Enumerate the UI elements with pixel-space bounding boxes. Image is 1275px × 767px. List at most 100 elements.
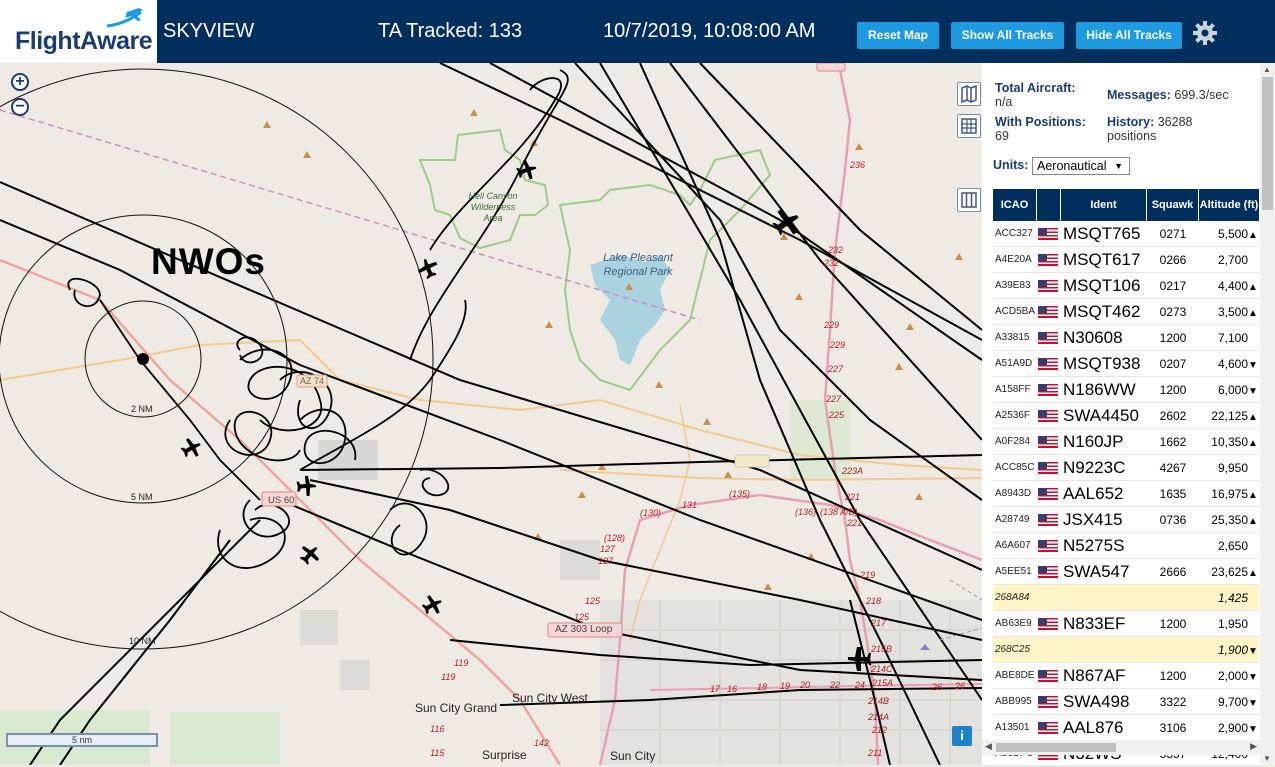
city-surprise: Surprise — [482, 748, 527, 762]
scrollbar-thumb[interactable] — [1262, 77, 1273, 210]
table-row[interactable]: A0F284 N160JP 1662 10,350▲ — [993, 429, 1259, 455]
altitude-value: 23,625 — [1211, 564, 1248, 579]
svg-text:142: 142 — [534, 738, 549, 748]
altitude-value: 7,100 — [1217, 330, 1248, 345]
svg-text:(130): (130) — [640, 508, 661, 518]
cell-squawk: 1200 — [1147, 663, 1199, 689]
flightaware-logo[interactable]: FlightAware — [0, 0, 157, 63]
table-row[interactable]: A33815 N30608 1200 7,100 — [993, 325, 1259, 351]
cell-squawk: 3106 — [1147, 715, 1199, 741]
gear-icon[interactable] — [1192, 20, 1218, 46]
table-row[interactable]: A158FF N186WW 1200 6,000▼ — [993, 377, 1259, 403]
table-row[interactable]: AB63E9 N833EF 1200 1,950 — [993, 611, 1259, 637]
descend-arrow-icon: ▼ — [1248, 359, 1258, 371]
history-stat: History: 36288 positions — [1107, 115, 1227, 143]
svg-text:119: 119 — [441, 672, 455, 682]
units-select[interactable]: Aeronautical ▼ — [1032, 157, 1130, 175]
table-row[interactable]: A5EE51 SWA547 2666 23,625▲ — [993, 559, 1259, 585]
cell-icao: A51A9D — [993, 351, 1037, 377]
table-row[interactable]: 268C25 1,900▼ — [993, 637, 1259, 663]
scroll-up-arrow-icon[interactable]: ▲ — [1263, 65, 1271, 74]
svg-text:125: 125 — [574, 612, 590, 622]
cell-altitude: 2,700 — [1199, 247, 1259, 273]
table-row[interactable]: ABB995 SWA498 3322 9,700▼ — [993, 689, 1259, 715]
col-header-ident[interactable]: Ident — [1061, 189, 1147, 221]
info-button[interactable]: i — [952, 726, 972, 746]
table-row[interactable]: A28749 JSX415 0736 25,350▲ — [993, 507, 1259, 533]
cell-squawk: 0207 — [1147, 351, 1199, 377]
cell-altitude: 25,350▲ — [1199, 507, 1259, 533]
horizontal-scrollbar-thumb[interactable] — [996, 743, 1116, 752]
map-canvas[interactable]: 236 232 232 229 229 227 227 225 223A 221 221 219… — [0, 63, 982, 765]
zoom-in-button[interactable]: + — [11, 73, 29, 91]
climb-arrow-icon: ▲ — [1248, 489, 1258, 501]
us-flag-icon — [1038, 514, 1058, 527]
svg-text:229: 229 — [823, 320, 839, 330]
table-header-row: ICAO Ident Squawk Altitude (ft) — [993, 189, 1259, 221]
messages-value: 699.3/sec — [1174, 88, 1229, 102]
cell-altitude: 10,350▲ — [1199, 429, 1259, 455]
hide-all-tracks-button[interactable]: Hide All Tracks — [1076, 22, 1182, 49]
table-row[interactable]: A6A607 N5275S 2,650 — [993, 533, 1259, 559]
us-flag-icon — [1038, 566, 1058, 579]
climb-arrow-icon: ▲ — [1248, 411, 1258, 423]
cell-flag — [1037, 559, 1061, 585]
table-row[interactable]: ABE8DE N867AF 1200 2,000▼ — [993, 663, 1259, 689]
scroll-down-arrow-icon[interactable]: ▼ — [1263, 754, 1271, 763]
climb-arrow-icon: ▲ — [1248, 515, 1258, 527]
cell-flag — [1037, 377, 1061, 403]
table-row[interactable]: A4E20A MSQT617 0266 2,700 — [993, 247, 1259, 273]
city-sun-city: Sun City — [610, 749, 656, 763]
cell-altitude: 1,950 — [1199, 611, 1259, 637]
scroll-left-arrow-icon[interactable]: ◀ — [985, 741, 992, 752]
us-flag-icon — [1038, 358, 1058, 371]
map-layers-button[interactable] — [957, 82, 981, 106]
cell-altitude: 2,650 — [1199, 533, 1259, 559]
svg-text:26: 26 — [931, 682, 942, 692]
columns-button[interactable] — [957, 188, 981, 212]
cell-squawk: 2666 — [1147, 559, 1199, 585]
svg-text:127: 127 — [598, 556, 614, 566]
table-row[interactable]: A39E83 MSQT106 0217 4,400▲ — [993, 273, 1259, 299]
col-header-altitude[interactable]: Altitude (ft) — [1199, 189, 1259, 221]
cell-flag — [1037, 533, 1061, 559]
zoom-out-button[interactable]: − — [11, 98, 29, 116]
grid-view-button[interactable] — [957, 114, 981, 138]
svg-text:223A: 223A — [841, 466, 863, 476]
table-row[interactable]: ACC327 MSQT765 0271 5,500▲ — [993, 221, 1259, 247]
us-flag-icon — [1038, 254, 1058, 267]
altitude-value: 9,700 — [1217, 694, 1248, 709]
altitude-value: 1,950 — [1217, 616, 1248, 631]
table-row[interactable]: A8943D AAL652 1635 16,975▲ — [993, 481, 1259, 507]
cell-ident: JSX415 — [1061, 507, 1147, 533]
cell-flag — [1037, 429, 1061, 455]
reset-map-button[interactable]: Reset Map — [857, 22, 939, 49]
col-header-squawk[interactable]: Squawk — [1147, 189, 1199, 221]
cell-ident: N833EF — [1061, 611, 1147, 637]
table-row[interactable]: A2536F SWA4450 2602 22,125▲ — [993, 403, 1259, 429]
cell-altitude: 2,900▼ — [1199, 715, 1259, 741]
svg-text:232: 232 — [827, 245, 843, 255]
scroll-right-arrow-icon[interactable]: ▶ — [1250, 741, 1257, 752]
cell-squawk: 4267 — [1147, 455, 1199, 481]
cell-ident: MSQT106 — [1061, 273, 1147, 299]
us-flag-icon — [1038, 722, 1058, 735]
altitude-value: 6,000 — [1217, 382, 1248, 397]
col-header-icao[interactable]: ICAO — [993, 189, 1037, 221]
table-row[interactable]: A13501 AAL876 3106 2,900▼ — [993, 715, 1259, 741]
table-row[interactable]: ACD5BA MSQT462 0273 3,500▲ — [993, 299, 1259, 325]
svg-text:18: 18 — [757, 682, 767, 692]
cell-icao: A4E20A — [993, 247, 1037, 273]
wilderness-label: Hell Canyon Wilderness Area — [468, 191, 518, 223]
show-all-tracks-button[interactable]: Show All Tracks — [951, 22, 1064, 49]
cell-icao: A28749 — [993, 507, 1037, 533]
svg-text:221: 221 — [844, 492, 860, 502]
table-row[interactable]: 268A84 1,425 — [993, 585, 1259, 611]
horizontal-scrollbar[interactable]: ◀ ▶ — [982, 740, 1260, 755]
cell-ident: N186WW — [1061, 377, 1147, 403]
cell-ident: N9223C — [1061, 455, 1147, 481]
table-row[interactable]: A51A9D MSQT938 0207 4,600▼ — [993, 351, 1259, 377]
col-header-flag[interactable] — [1037, 189, 1061, 221]
cell-flag — [1037, 715, 1061, 741]
table-row[interactable]: ACC85C N9223C 4267 9,950 — [993, 455, 1259, 481]
